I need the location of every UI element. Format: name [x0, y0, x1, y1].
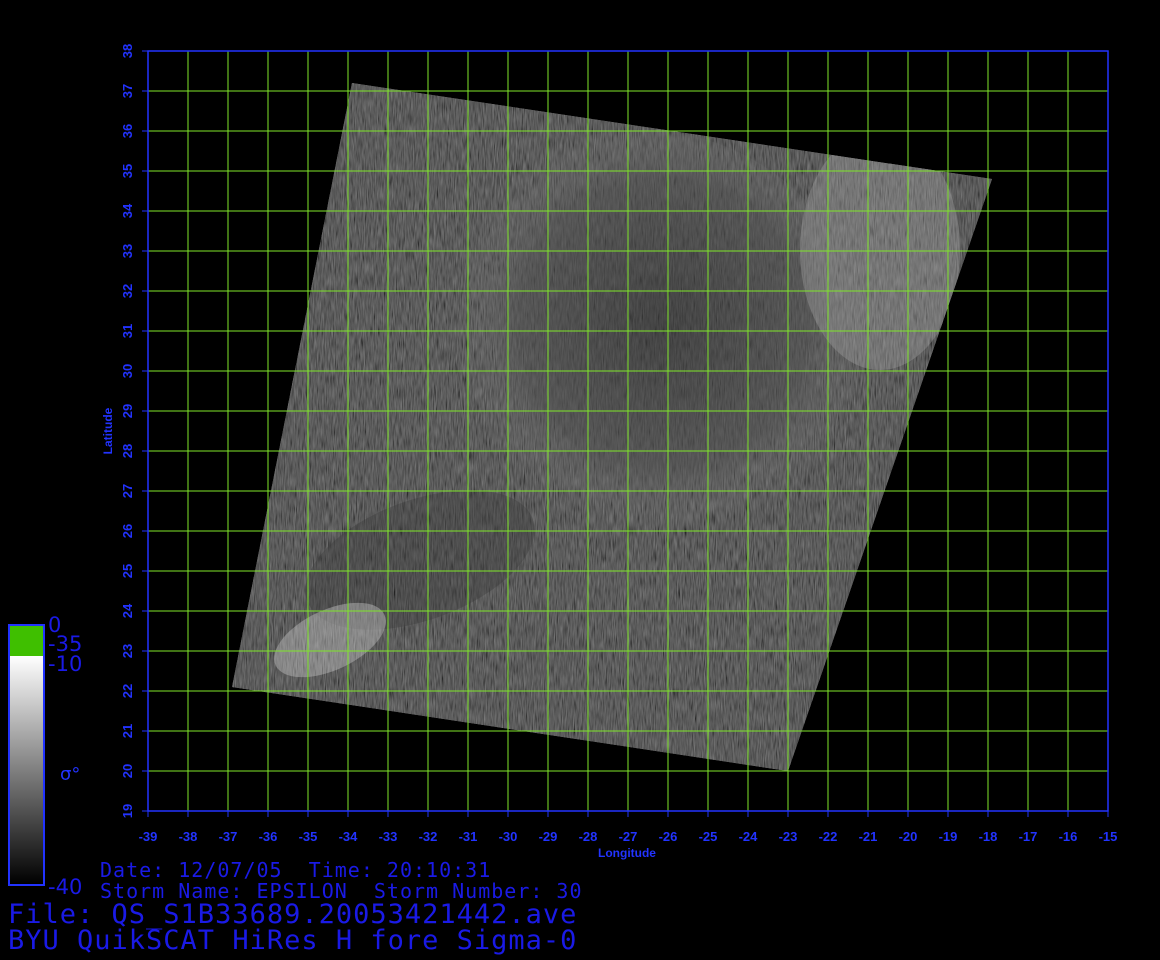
- y-tick-label: 37: [120, 84, 135, 98]
- x-tick-label: -25: [699, 829, 718, 844]
- y-tick-label: 31: [120, 324, 135, 338]
- x-tick-label: -19: [939, 829, 958, 844]
- colorbar-top-swatch: [10, 626, 43, 656]
- y-axis-label: Latitude: [101, 407, 115, 454]
- x-tick-labels: -39 -38 -37 -36 -35 -34 -33 -32 -31 -30 -29 -28 -27 -…: [139, 811, 1118, 844]
- x-tick-label: -27: [619, 829, 638, 844]
- y-tick-label: 25: [120, 564, 135, 578]
- x-tick-label: -26: [659, 829, 678, 844]
- x-tick-label: -30: [499, 829, 518, 844]
- x-tick-label: -20: [899, 829, 918, 844]
- x-tick-label: -31: [459, 829, 478, 844]
- x-tick-label: -23: [779, 829, 798, 844]
- y-tick-label: 36: [120, 124, 135, 138]
- y-tick-label: 26: [120, 524, 135, 538]
- y-tick-label: 28: [120, 444, 135, 458]
- y-tick-label: 19: [120, 804, 135, 818]
- x-tick-label: -36: [259, 829, 278, 844]
- y-tick-label: 23: [120, 644, 135, 658]
- x-tick-label: -24: [739, 829, 759, 844]
- y-tick-label: 33: [120, 244, 135, 258]
- y-tick-label: 22: [120, 684, 135, 698]
- x-tick-label: -16: [1059, 829, 1078, 844]
- colorbar-label-bottom: -40: [48, 875, 83, 899]
- x-axis-label: Longitude: [598, 846, 656, 860]
- x-tick-label: -28: [579, 829, 598, 844]
- map-figure: -39 -38 -37 -36 -35 -34 -33 -32 -31 -30 -29 -28 -27 -…: [8, 44, 1118, 886]
- x-tick-label: -22: [819, 829, 838, 844]
- x-tick-label: -35: [299, 829, 318, 844]
- x-tick-label: -18: [979, 829, 998, 844]
- y-tick-labels: 19 20 21 22 23 24 25 26 27 28 29 30 31 32 33 34 35 36 37 38: [120, 44, 148, 818]
- x-tick-label: -32: [419, 829, 438, 844]
- product-title: BYU QuikSCAT HiRes H fore Sigma-0: [8, 925, 578, 956]
- y-tick-label: 29: [120, 404, 135, 418]
- x-tick-label: -37: [219, 829, 238, 844]
- y-tick-label: 24: [120, 603, 135, 618]
- colorbar-gradient: [10, 656, 43, 884]
- y-tick-label: 35: [120, 164, 135, 178]
- x-tick-label: -38: [179, 829, 198, 844]
- y-tick-label: 34: [120, 203, 135, 218]
- x-tick-label: -39: [139, 829, 158, 844]
- x-tick-label: -29: [539, 829, 558, 844]
- colorbar-label-3: -10: [48, 652, 83, 676]
- x-tick-label: -21: [859, 829, 878, 844]
- colorbar-symbol: σ°: [60, 764, 80, 785]
- y-tick-label: 30: [120, 364, 135, 378]
- y-tick-label: 27: [120, 484, 135, 498]
- y-tick-label: 38: [120, 44, 135, 58]
- x-tick-label: -15: [1099, 829, 1118, 844]
- y-tick-label: 21: [120, 724, 135, 738]
- x-tick-label: -17: [1019, 829, 1038, 844]
- y-tick-label: 20: [120, 764, 135, 778]
- x-tick-label: -33: [379, 829, 398, 844]
- swath-image: [232, 83, 992, 771]
- x-tick-label: -34: [339, 829, 359, 844]
- y-tick-label: 32: [120, 284, 135, 298]
